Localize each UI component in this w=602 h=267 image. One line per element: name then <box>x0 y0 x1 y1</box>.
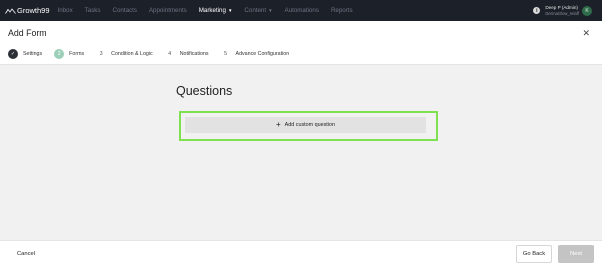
top-nav: Growth99 Inbox Tasks Contacts Appointmen… <box>0 0 602 21</box>
next-button[interactable]: Next <box>558 245 594 263</box>
growth-logo-icon <box>5 7 16 14</box>
check-icon: ✓ <box>8 49 18 59</box>
step-settings[interactable]: ✓ Settings <box>8 49 42 59</box>
step-label: Notifications <box>179 51 209 57</box>
nav-appointments[interactable]: Appointments <box>149 7 187 14</box>
nav-marketing[interactable]: Marketing ▼ <box>199 7 233 14</box>
add-custom-question-button[interactable]: + Add custom question <box>185 117 426 133</box>
cancel-button[interactable]: Cancel <box>17 251 35 257</box>
form-builder-area: Questions + Add custom question <box>0 66 602 240</box>
avatar[interactable]: K <box>582 5 592 16</box>
step-label: Settings <box>23 51 43 57</box>
form-header: Add Form ✕ ✓ Settings 2 Forms 3 Conditio… <box>0 21 602 65</box>
info-icon[interactable]: i <box>533 7 541 14</box>
nav-contacts[interactable]: Contacts <box>113 7 137 14</box>
step-label: Condition & Logic <box>111 51 153 57</box>
step-label: Advance Configuration <box>235 51 290 57</box>
step-advance-configuration[interactable]: 5 Advance Configuration <box>221 49 290 59</box>
page-title: Add Form <box>8 28 47 38</box>
nav-content-label: Content <box>244 7 267 14</box>
step-number: 4 <box>168 51 172 57</box>
user-menu[interactable]: i Deep P (Admin) DermaGlow_relaff K <box>533 0 592 21</box>
step-label: Forms <box>69 51 85 57</box>
add-custom-question-label: Add custom question <box>284 122 335 128</box>
stepper: ✓ Settings 2 Forms 3 Condition & Logic 4… <box>8 49 301 59</box>
go-back-button[interactable]: Go Back <box>516 245 552 263</box>
plus-icon: + <box>275 120 281 129</box>
questions-heading: Questions <box>176 84 233 98</box>
chevron-down-icon: ▼ <box>227 8 233 13</box>
nav-automations[interactable]: Automations <box>285 7 319 14</box>
brand-logo[interactable]: Growth99 <box>5 6 50 15</box>
nav-marketing-label: Marketing <box>198 7 226 14</box>
form-footer: Cancel Go Back Next <box>0 240 602 267</box>
nav-reports[interactable]: Reports <box>331 7 353 14</box>
step-notifications[interactable]: 4 Notifications <box>165 49 209 59</box>
step-condition-logic[interactable]: 3 Condition & Logic <box>96 49 153 59</box>
close-icon[interactable]: ✕ <box>582 29 590 38</box>
brand-name: Growth99 <box>17 6 50 15</box>
user-org: DermaGlow_relaff <box>545 10 579 16</box>
step-number: 2 <box>54 49 65 59</box>
chevron-down-icon: ▼ <box>268 8 273 13</box>
nav-content[interactable]: Content ▼ <box>244 7 272 14</box>
step-number: 5 <box>224 51 227 57</box>
step-forms[interactable]: 2 Forms <box>54 49 84 59</box>
step-number: 3 <box>99 51 103 57</box>
nav-tasks[interactable]: Tasks <box>85 7 101 14</box>
nav-inbox[interactable]: Inbox <box>58 7 73 14</box>
